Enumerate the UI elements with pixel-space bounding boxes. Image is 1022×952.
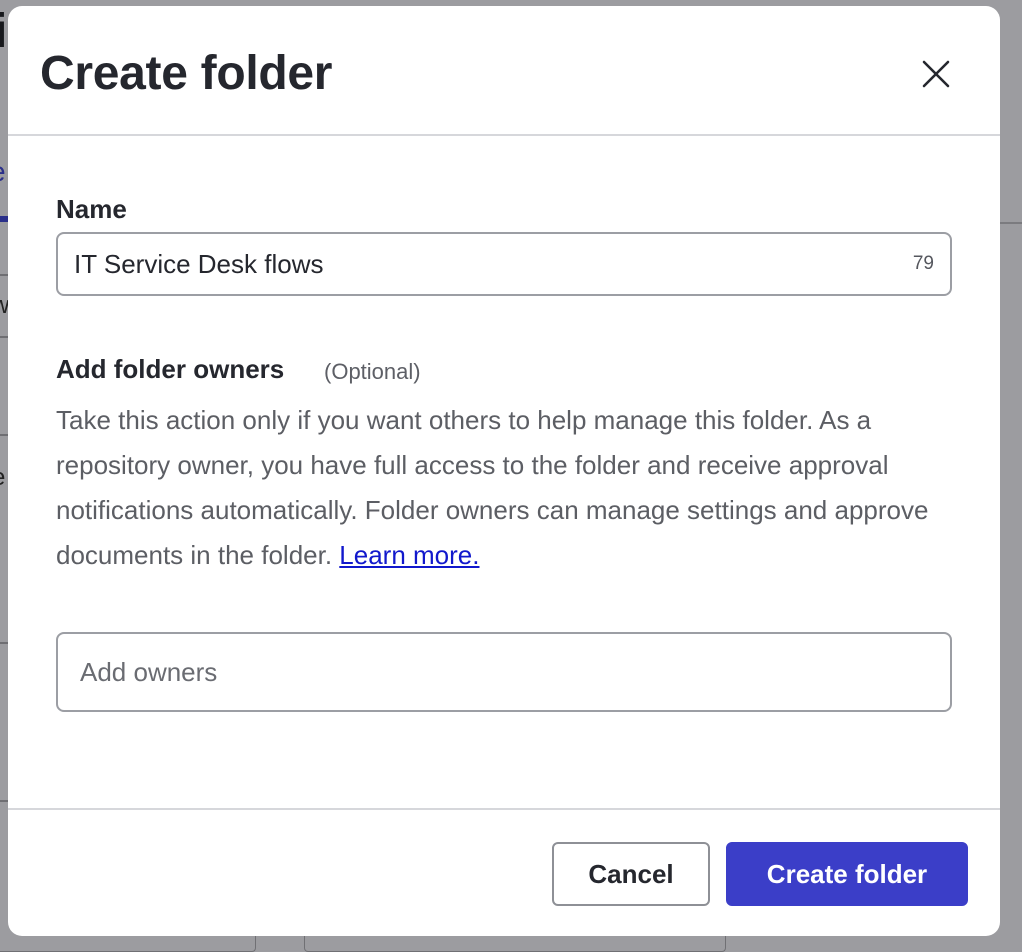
- background-text-fragment: e: [0, 464, 5, 492]
- background-title-fragment: i: [0, 5, 8, 58]
- background-divider: [0, 336, 8, 338]
- character-counter: 79: [912, 253, 934, 274]
- dialog-footer: Cancel Create folder: [8, 808, 1000, 936]
- background-divider: [0, 434, 8, 436]
- background-active-tab-underline: [0, 216, 8, 222]
- dialog-title: Create folder: [40, 47, 333, 100]
- folder-owners-description: Take this action only if you want others…: [56, 398, 956, 578]
- dialog-header: Create folder: [8, 6, 1000, 136]
- background-card: [0, 936, 256, 952]
- background-divider: [0, 274, 8, 276]
- create-folder-button[interactable]: Create folder: [726, 842, 968, 906]
- close-button[interactable]: [908, 50, 964, 98]
- cancel-button[interactable]: Cancel: [552, 842, 710, 906]
- name-label: Name: [56, 194, 127, 224]
- add-owners-input[interactable]: [80, 634, 920, 710]
- name-input[interactable]: [74, 234, 874, 294]
- learn-more-link[interactable]: Learn more.: [339, 540, 479, 570]
- dialog-body: Name 79 Add folder owners (Optional) Tak…: [8, 138, 1000, 808]
- optional-tag: (Optional): [324, 359, 421, 384]
- background-divider: [0, 642, 8, 644]
- folder-owners-label: Add folder owners: [56, 354, 285, 384]
- background-divider: [1000, 222, 1022, 224]
- description-text: Take this action only if you want others…: [56, 405, 929, 570]
- create-folder-dialog: Create folder Name 79 Add folder owners …: [8, 6, 1000, 936]
- close-icon: [922, 60, 950, 88]
- owners-field: [56, 632, 952, 712]
- name-field: 79: [56, 232, 952, 296]
- background-divider: [0, 800, 8, 802]
- background-card: [304, 936, 726, 952]
- background-tab-fragment: e: [0, 156, 6, 188]
